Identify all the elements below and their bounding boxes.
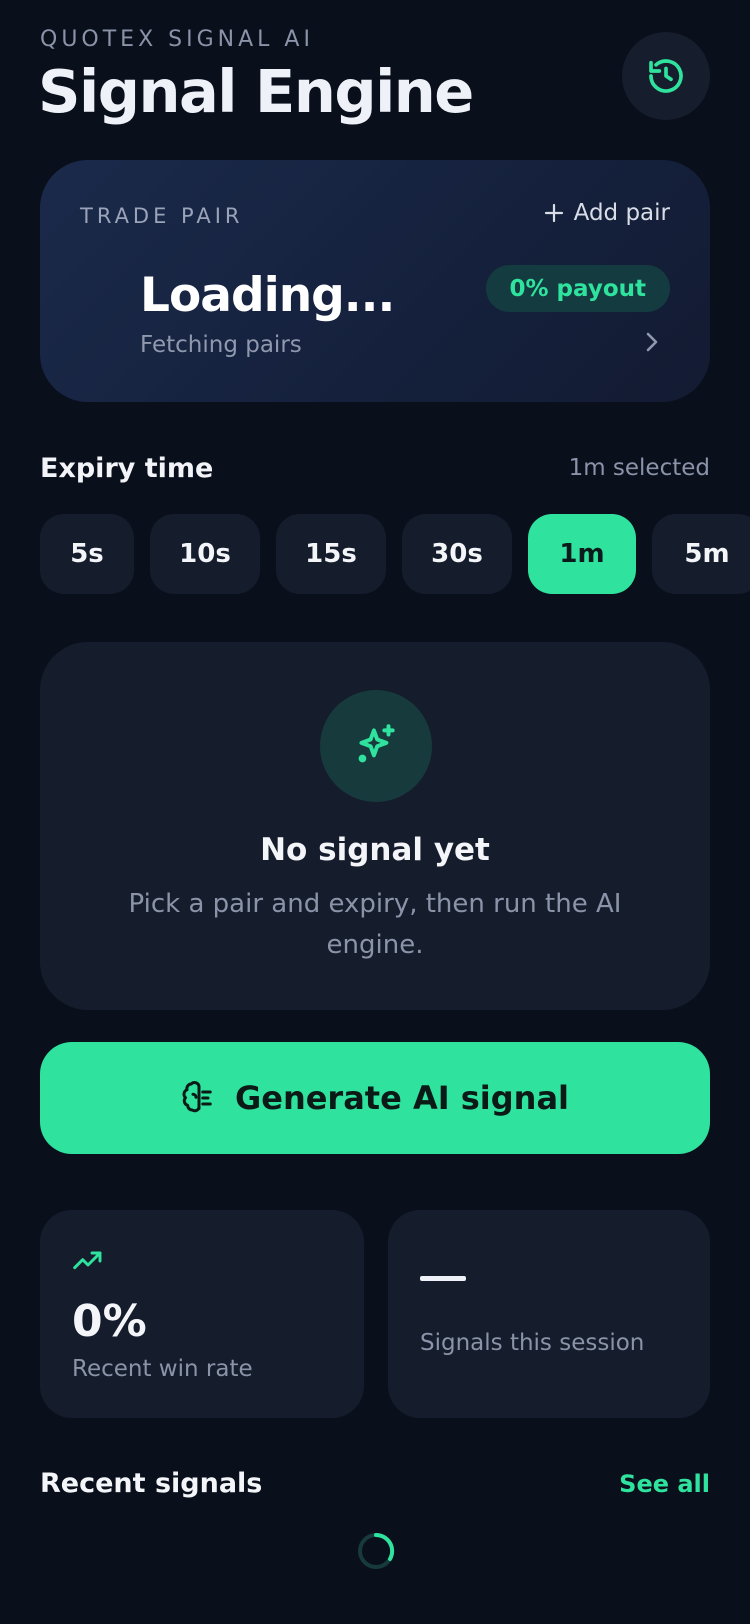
generate-signal-button[interactable]: Generate AI signal	[40, 1042, 710, 1154]
empty-state-description: Pick a pair and expiry, then run the AI …	[128, 889, 622, 960]
loading-spinner	[356, 1531, 396, 1571]
expiry-chip-1m[interactable]: 1m	[528, 514, 636, 594]
sparkle-icon	[351, 721, 401, 771]
expiry-chip-5m[interactable]: 5m	[652, 514, 750, 594]
win-rate-card: 0% Recent win rate	[40, 1210, 364, 1418]
expiry-title: Expiry time	[40, 453, 214, 484]
expiry-chip-10s[interactable]: 10s	[150, 514, 260, 594]
expiry-chip-5s[interactable]: 5s	[40, 514, 134, 594]
trade-pair-label: TRADE PAIR	[80, 204, 244, 228]
empty-state-title: No signal yet	[260, 832, 490, 868]
add-pair-label: Add pair	[573, 200, 670, 226]
brand-label: QUOTEX SIGNAL AI	[40, 27, 314, 52]
session-signals-card: — Signals this session	[388, 1210, 710, 1418]
signal-empty-card: No signal yet Pick a pair and expiry, th…	[40, 642, 710, 1010]
generate-signal-label: Generate AI signal	[234, 1079, 570, 1117]
add-pair-button[interactable]: Add pair	[544, 200, 670, 226]
payout-badge: 0% payout	[485, 265, 670, 312]
session-signals-value	[420, 1276, 466, 1281]
expiry-chip-30s[interactable]: 30s	[402, 514, 512, 594]
see-all-link[interactable]: See all	[619, 1470, 710, 1498]
brain-icon	[181, 1080, 217, 1116]
recent-signals-title: Recent signals	[40, 1468, 263, 1499]
plus-icon	[544, 203, 564, 223]
pair-name: Loading...	[140, 268, 395, 323]
pair-status: Fetching pairs	[140, 332, 302, 358]
expiry-selected-text: 1m selected	[568, 455, 710, 481]
sparkle-icon-wrap	[320, 690, 432, 802]
session-signals-label: Signals this session	[420, 1330, 645, 1356]
chevron-right-icon[interactable]	[642, 330, 662, 354]
trending-up-icon	[72, 1250, 104, 1272]
page-title: Signal Engine	[38, 57, 474, 126]
history-icon	[646, 56, 686, 96]
expiry-chip-15s[interactable]: 15s	[276, 514, 386, 594]
win-rate-value: 0%	[72, 1296, 147, 1347]
win-rate-label: Recent win rate	[72, 1356, 253, 1382]
history-button[interactable]	[622, 32, 710, 120]
trade-pair-card[interactable]: TRADE PAIR Add pair Loading... Fetching …	[40, 160, 710, 402]
expiry-options: 5s 10s 15s 30s 1m 5m	[40, 514, 750, 594]
